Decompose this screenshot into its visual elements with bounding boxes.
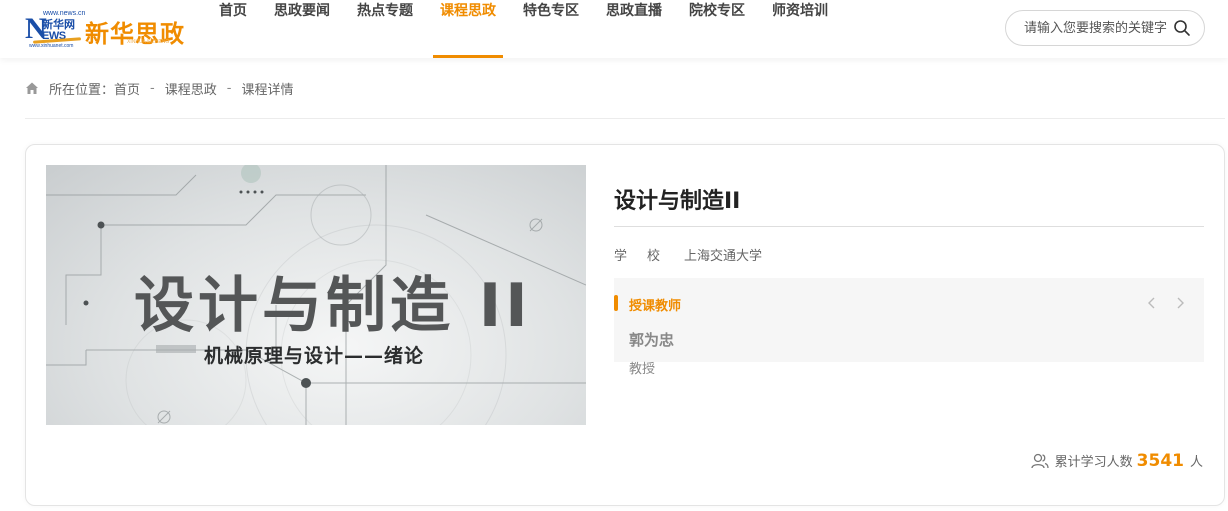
course-title: 设计与制造II [614,189,741,214]
nav-item-news[interactable]: 思政要闻 [267,0,337,58]
learners-unit: 人 [1189,455,1203,470]
nav-item-live[interactable]: 思政直播 [599,0,669,58]
search-input[interactable] [1024,19,1174,37]
breadcrumb-separator: - [226,80,232,96]
title-divider [614,226,1204,227]
nav-item-schools[interactable]: 院校专区 [682,0,752,58]
search-icon[interactable] [1173,19,1191,37]
nav-item-courses[interactable]: 课程思政 [433,0,503,58]
nav-item-training[interactable]: 师资培训 [765,0,835,58]
teacher-heading-bar [614,295,618,311]
teacher-name[interactable]: 郭为忠 [629,329,674,350]
learners-count: 3541 [1136,451,1184,471]
course-card: 设计与制造 II 机械原理与设计——绪论 设计与制造II 学校 上海交通大学 授… [25,144,1225,506]
teacher-heading: 授课教师 [629,299,682,314]
logo-subtitle: XINHUA SIZHENG [127,39,170,45]
divider [25,118,1225,119]
teacher-panel: 授课教师 郭为忠 教授 [614,278,1204,377]
site-logo[interactable]: www.news.cn N 新华网 EWS www.xinhuanet.com … [23,10,189,50]
logo-url-bottom: www.xinhuanet.com [29,43,74,49]
site-header: www.news.cn N 新华网 EWS www.xinhuanet.com … [0,0,1228,58]
breadcrumb-current: 课程详情 [241,82,294,98]
nav-item-home[interactable]: 首页 [212,0,254,58]
breadcrumb: 所在位置： 首页 - 课程思政 - 课程详情 [25,78,293,98]
main-nav: 首页 思政要闻 热点专题 课程思政 特色专区 思政直播 院校专区 师资培训 [212,0,848,58]
breadcrumb-separator: - [150,80,155,96]
nav-item-topics[interactable]: 热点专题 [350,0,420,58]
learner-stats: 累计学习人数 3541 人 [1030,451,1203,471]
learners-label: 累计学习人数 [1054,455,1133,470]
chevron-left-icon[interactable] [1144,295,1158,311]
school-name: 上海交通大学 [684,249,763,264]
nav-item-featured[interactable]: 特色专区 [516,0,586,58]
cover-subtitle: 机械原理与设计——绪论 [204,345,425,367]
breadcrumb-courses[interactable]: 课程思政 [165,79,217,98]
breadcrumb-prefix: 所在位置： [49,82,115,98]
school-label: 学校 [614,249,681,264]
course-cover-image[interactable]: 设计与制造 II 机械原理与设计——绪论 [46,165,586,425]
school-row: 学校 上海交通大学 [614,245,762,264]
chevron-right-icon[interactable] [1174,295,1188,311]
breadcrumb-home[interactable]: 首页 [114,79,140,98]
search-box [1005,10,1205,46]
cover-title: 设计与制造 II [134,271,532,341]
users-icon [1030,453,1049,469]
teacher-role: 教授 [629,362,656,377]
home-icon [26,82,38,94]
